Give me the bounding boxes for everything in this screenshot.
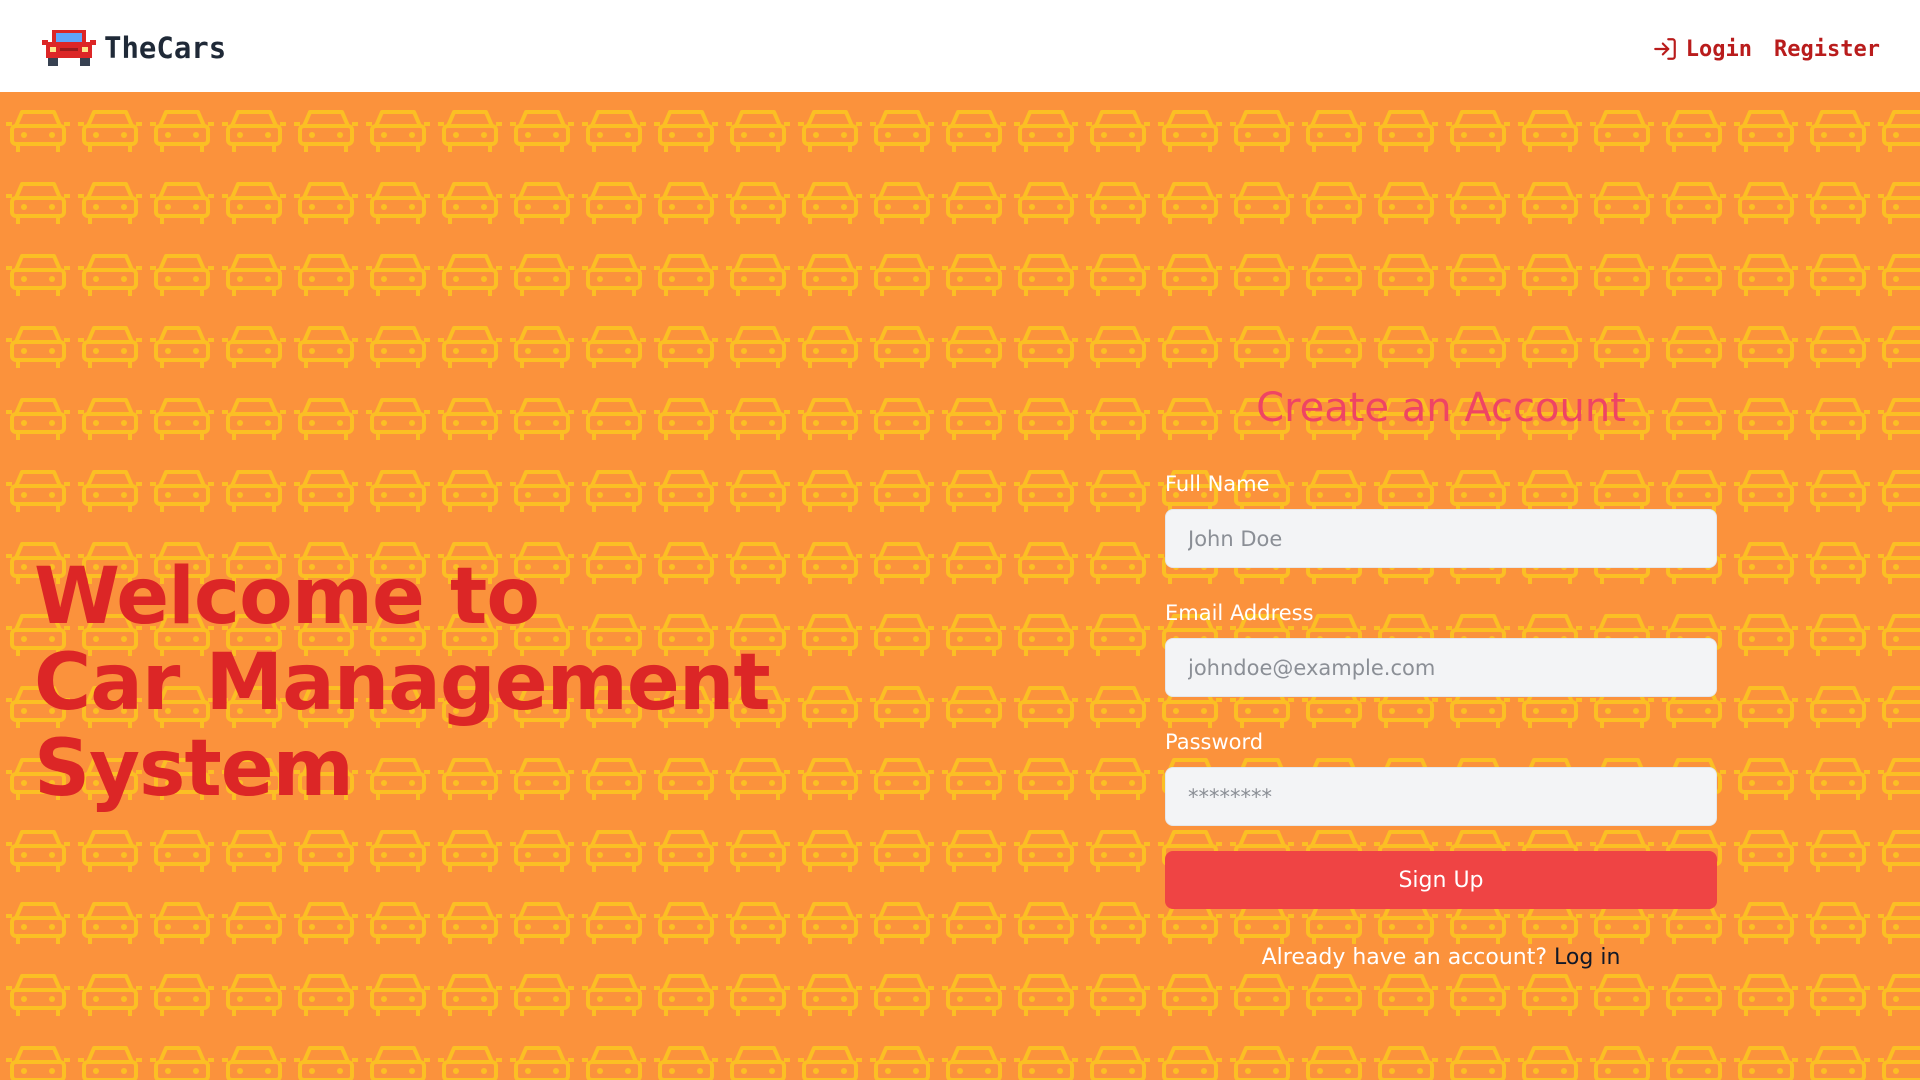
login-arrow-icon	[1652, 36, 1678, 62]
email-label: Email Address	[1165, 601, 1314, 625]
email-input[interactable]	[1165, 638, 1717, 697]
register-link[interactable]: Register	[1774, 37, 1880, 62]
password-field: Password	[1165, 728, 1717, 826]
brand-name: TheCars	[104, 31, 227, 65]
login-prompt-text: Already have an account?	[1261, 945, 1548, 970]
form-title: Create an Account	[1256, 385, 1626, 431]
password-input[interactable]	[1165, 767, 1717, 826]
login-link[interactable]: Login	[1652, 36, 1752, 62]
full-name-label: Full Name	[1165, 472, 1270, 496]
password-label: Password	[1165, 730, 1264, 754]
hero-section: Welcome to Car Management System Create …	[0, 92, 1920, 1080]
log-in-link[interactable]: Log in	[1554, 945, 1620, 970]
sign-up-button[interactable]: Sign Up	[1165, 851, 1717, 909]
full-name-field: Full Name	[1165, 470, 1717, 568]
nav-links: Login Register	[1652, 36, 1880, 62]
login-prompt: Already have an account? Log in	[1165, 945, 1717, 970]
login-label: Login	[1685, 36, 1753, 62]
car-icon	[42, 28, 96, 68]
welcome-line-2: Car Management	[34, 638, 771, 728]
welcome-line-1: Welcome to	[34, 552, 540, 642]
signup-form: Create an Account Full Name Email Addres…	[1165, 380, 1717, 970]
full-name-input[interactable]	[1165, 509, 1717, 568]
welcome-heading: Welcome to Car Management System	[34, 552, 771, 814]
navbar: TheCars Login Register	[0, 0, 1920, 92]
brand-logo[interactable]: TheCars	[42, 28, 226, 68]
email-field: Email Address	[1165, 599, 1717, 697]
welcome-line-3: System	[34, 724, 354, 814]
